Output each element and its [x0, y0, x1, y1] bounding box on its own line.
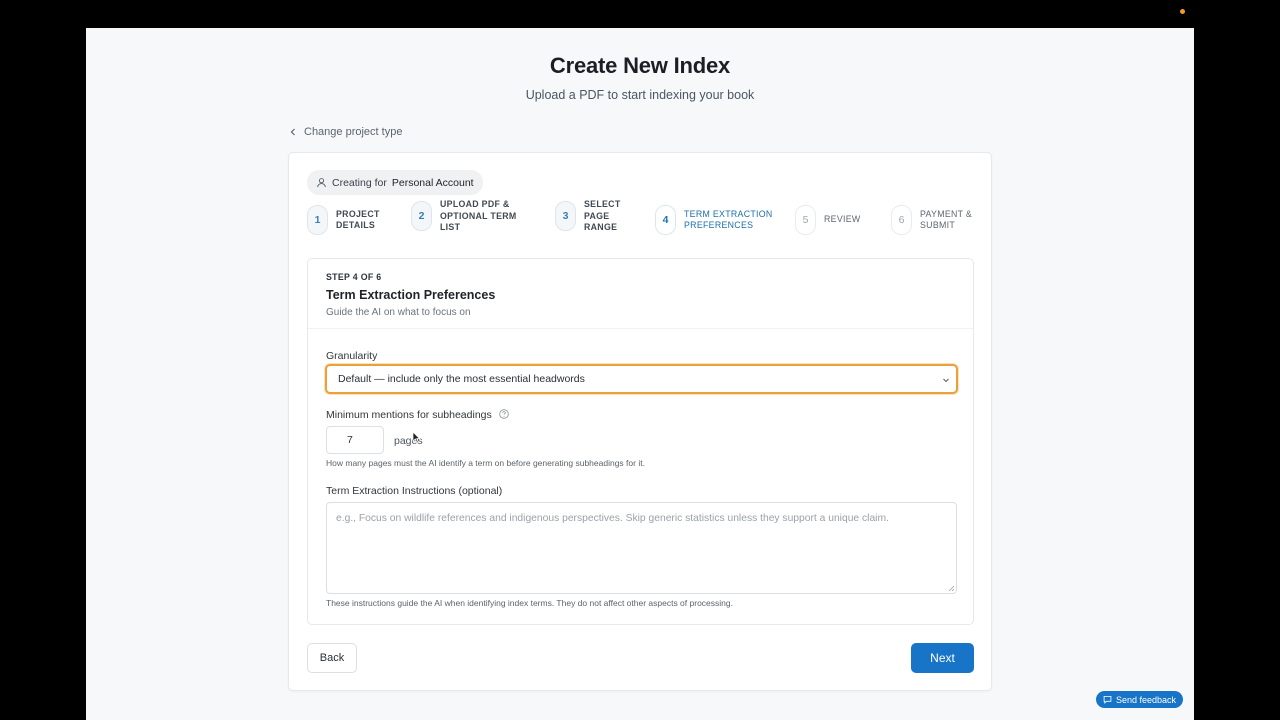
step-panel-header: STEP 4 OF 6 Term Extraction Preferences …	[308, 259, 973, 329]
status-indicator-dot	[1180, 9, 1185, 14]
step-number: 1	[307, 205, 328, 235]
granularity-label: Granularity	[326, 350, 378, 362]
app-window: Create New Index Upload a PDF to start i…	[86, 28, 1194, 720]
step-select-page-range[interactable]: 3 SELECT PAGE RANGE	[555, 199, 621, 234]
account-prefix: Creating for	[332, 176, 387, 189]
instructions-label: Term Extraction Instructions (optional)	[326, 485, 503, 497]
instructions-placeholder: e.g., Focus on wildlife references and i…	[336, 513, 889, 524]
step-label: UPLOAD PDF & OPTIONAL TERM LIST	[440, 199, 517, 232]
min-mentions-label-row: Minimum mentions for subheadings	[326, 409, 509, 421]
chevron-down-icon	[943, 378, 949, 383]
send-feedback-button[interactable]: Send feedback	[1096, 691, 1183, 708]
page-title: Create New Index	[549, 53, 731, 78]
min-mentions-label: Minimum mentions for subheadings	[326, 409, 492, 421]
instructions-textarea[interactable]: e.g., Focus on wildlife references and i…	[326, 502, 957, 594]
step-review[interactable]: 5 REVIEW	[795, 205, 861, 235]
step-upload-pdf[interactable]: 2 UPLOAD PDF & OPTIONAL TERM LIST	[411, 199, 517, 234]
step-project-details[interactable]: 1 PROJECT DETAILS	[307, 205, 380, 235]
section-subtitle: Guide the AI on what to focus on	[326, 307, 471, 318]
step-label: SELECT PAGE RANGE	[584, 199, 621, 232]
step-number: 2	[411, 201, 432, 232]
text-cursor-icon	[412, 431, 421, 444]
account-chip: Creating for Personal Account	[307, 170, 483, 195]
stepper: 1 PROJECT DETAILS 2 UPLOAD PDF & OPTIONAL …	[307, 199, 973, 241]
next-button[interactable]: Next	[911, 643, 974, 673]
step-number: 5	[795, 205, 816, 235]
chat-icon	[1103, 695, 1112, 704]
step-number: 3	[555, 201, 576, 232]
step-label: REVIEW	[824, 214, 861, 225]
user-icon	[317, 178, 326, 188]
step-number: 4	[655, 205, 676, 235]
step-number: 6	[891, 205, 912, 235]
back-button[interactable]: Back	[307, 643, 357, 673]
step-term-extraction-preferences[interactable]: 4 TERM EXTRACTION PREFERENCES	[655, 205, 773, 235]
send-feedback-label: Send feedback	[1115, 694, 1177, 705]
step-label: PAYMENT & SUBMIT	[920, 208, 973, 231]
change-project-type-label: Change project type	[304, 126, 403, 138]
step-payment-submit[interactable]: 6 PAYMENT & SUBMIT	[891, 205, 972, 235]
min-mentions-input[interactable]: 7	[326, 426, 384, 454]
step-panel: STEP 4 OF 6 Term Extraction Preferences …	[307, 258, 974, 625]
resize-handle-icon[interactable]	[948, 585, 955, 592]
help-circle-icon[interactable]	[498, 409, 509, 419]
account-name: Personal Account	[391, 176, 474, 189]
granularity-selected-value: Default — include only the most essentia…	[338, 373, 585, 385]
instructions-hint: These instructions guide the AI when ide…	[326, 598, 733, 608]
page-header: Create New Index Upload a PDF to start i…	[86, 52, 1194, 102]
wizard-card: Creating for Personal Account 1 PROJECT D…	[288, 152, 992, 691]
page-subtitle: Upload a PDF to start indexing your book	[525, 88, 755, 102]
chevron-left-icon	[290, 128, 295, 136]
granularity-select[interactable]: Default — include only the most essentia…	[325, 364, 958, 394]
step-count: STEP 4 OF 6	[326, 272, 382, 282]
step-label: PROJECT DETAILS	[336, 208, 380, 231]
min-mentions-hint: How many pages must the AI identify a te…	[326, 458, 645, 468]
step-label: TERM EXTRACTION PREFERENCES	[684, 208, 773, 231]
section-title: Term Extraction Preferences	[326, 288, 496, 302]
change-project-type-link[interactable]: Change project type	[289, 126, 402, 138]
